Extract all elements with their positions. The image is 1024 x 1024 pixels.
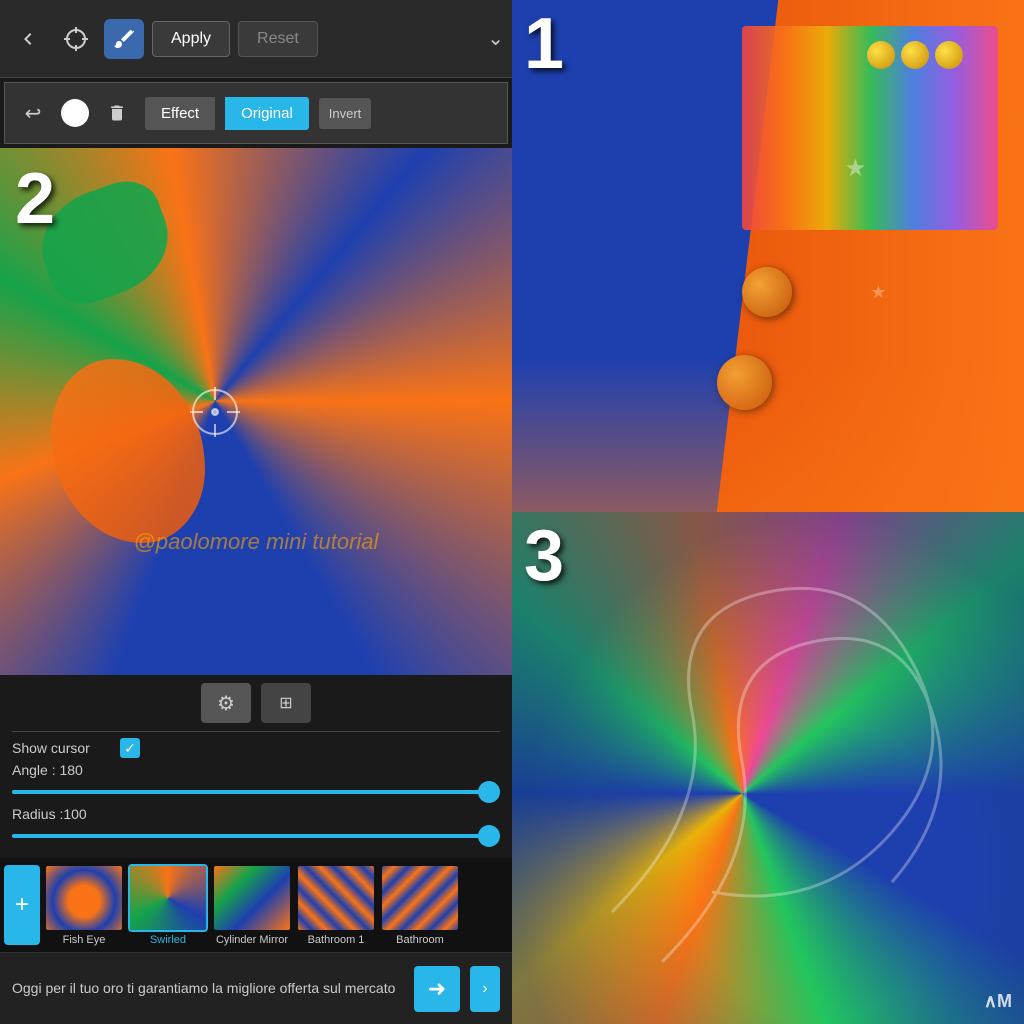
- back-button[interactable]: [8, 19, 48, 59]
- delete-button[interactable]: [99, 95, 135, 131]
- radius-label: Radius :100: [12, 806, 112, 822]
- watermark-text: @paolomore mini tutorial: [134, 529, 379, 555]
- apply-button[interactable]: Apply: [152, 21, 230, 57]
- original-tab[interactable]: Original: [225, 97, 309, 130]
- step3-image: [512, 512, 1024, 1024]
- angle-slider[interactable]: [12, 782, 500, 802]
- effect-tab[interactable]: Effect: [145, 97, 215, 130]
- filter-item-fisheye[interactable]: Fish Eye: [44, 864, 124, 946]
- divider: [12, 731, 500, 732]
- show-cursor-label: Show cursor: [12, 740, 112, 756]
- filter-item-cylinder[interactable]: Cylinder Mirror: [212, 864, 292, 946]
- top-toolbar: Apply Reset ⌄: [0, 0, 512, 78]
- radius-slider-row: [12, 826, 500, 846]
- crosshair-overlay: [185, 382, 245, 442]
- filter-label-swirled: Swirled: [150, 934, 186, 946]
- filter-label-bathroom2: Bathroom: [396, 934, 444, 946]
- show-cursor-setting: Show cursor ✓: [12, 738, 500, 758]
- settings-panel: ⚙ ⊞ Show cursor ✓ Angle : 180: [0, 675, 512, 858]
- step1-image: ★ ★: [512, 0, 1024, 512]
- angle-setting: Angle : 180: [12, 762, 500, 778]
- step-1-label: 1: [524, 8, 564, 80]
- crosshair-button[interactable]: [56, 19, 96, 59]
- ad-arrow-button[interactable]: ➜: [414, 966, 460, 1012]
- ad-chevron-button[interactable]: ›: [470, 966, 500, 1012]
- gear-settings-button[interactable]: ⚙: [201, 683, 251, 723]
- right-bottom-panel: 3 ∧M: [512, 512, 1024, 1024]
- main-container: Apply Reset ⌄ ↩ Effect Original Invert 2: [0, 0, 1024, 1024]
- angle-slider-row: [12, 782, 500, 802]
- editing-canvas[interactable]: 2 @paolomore mini tutorial: [0, 148, 512, 675]
- add-filter-button[interactable]: +: [4, 865, 40, 945]
- chevron-down-icon[interactable]: ⌄: [487, 26, 504, 51]
- brush-size-button[interactable]: [61, 99, 89, 127]
- filter-item-bathroom1[interactable]: Bathroom 1: [296, 864, 376, 946]
- show-cursor-checkbox[interactable]: ✓: [120, 738, 140, 758]
- filter-item-swirled[interactable]: Swirled: [128, 864, 208, 946]
- angle-label: Angle : 180: [12, 762, 112, 778]
- right-top-panel: ★ ★ 1: [512, 0, 1024, 512]
- radius-slider[interactable]: [12, 826, 500, 846]
- filter-label-cylinder: Cylinder Mirror: [216, 934, 288, 946]
- undo-button[interactable]: ↩: [15, 95, 51, 131]
- reset-button[interactable]: Reset: [238, 21, 318, 57]
- grid-view-button[interactable]: ⊞: [261, 683, 311, 723]
- brush-button[interactable]: [104, 19, 144, 59]
- signature: ∧M: [984, 991, 1012, 1012]
- filter-label-bathroom1: Bathroom 1: [308, 934, 365, 946]
- secondary-toolbar: ↩ Effect Original Invert: [4, 82, 508, 144]
- invert-button[interactable]: Invert: [319, 98, 372, 129]
- radius-setting: Radius :100: [12, 806, 500, 822]
- left-panel: Apply Reset ⌄ ↩ Effect Original Invert 2: [0, 0, 512, 1024]
- filter-label-fisheye: Fish Eye: [63, 934, 106, 946]
- filter-item-bathroom2[interactable]: Bathroom: [380, 864, 460, 946]
- filter-strip: + Fish Eye Swirled Cylinder Mirror: [0, 858, 512, 952]
- step-2-label: 2: [15, 163, 55, 235]
- ad-text: Oggi per il tuo oro ti garantiamo la mig…: [12, 979, 404, 999]
- step-3-label: 3: [524, 520, 564, 592]
- ad-banner: Oggi per il tuo oro ti garantiamo la mig…: [0, 952, 512, 1024]
